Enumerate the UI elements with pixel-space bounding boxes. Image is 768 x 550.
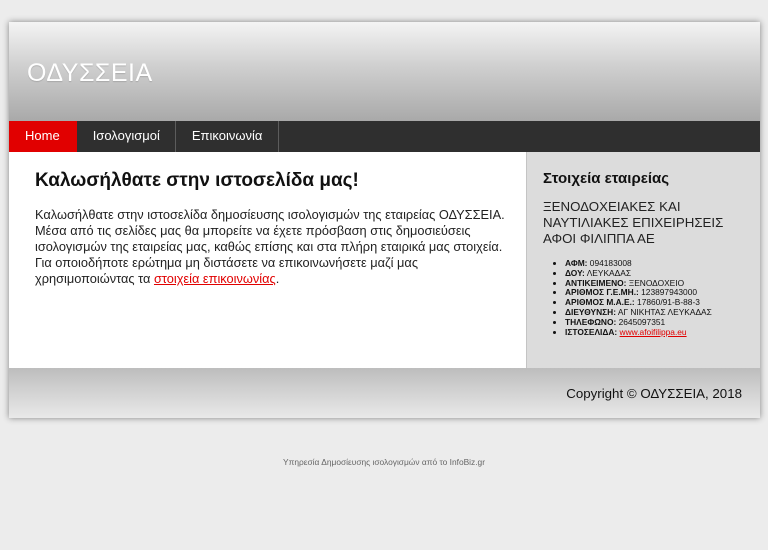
contact-info-link[interactable]: στοιχεία επικοινωνίας bbox=[154, 271, 276, 286]
detail-value: 094183008 bbox=[589, 258, 632, 268]
site-logo[interactable]: ΟΔΥΣΣΕΙΑ bbox=[27, 59, 153, 88]
site-footer: Copyright © ΟΔΥΣΣΕΙΑ, 2018 bbox=[9, 368, 760, 418]
company-details-list: ΑΦΜ: 094183008 ΔΟΥ: ΛΕΥΚΑΔΑΣ ΑΝΤΙΚΕΙΜΕΝΟ… bbox=[551, 258, 712, 338]
company-sidebar: Στοιχεία εταιρείας ΞΕΝΟΔΟΧΕΙΑΚΕΣ ΚΑΙ ΝΑΥ… bbox=[526, 152, 760, 368]
detail-value: ΑΓ ΝΙΚΗΤΑΣ ΛΕΥΚΑΔΑΣ bbox=[617, 306, 712, 317]
site-frame: ΟΔΥΣΣΕΙΑ Home Ισολογισμοί Επικοινωνία Κα… bbox=[9, 22, 760, 418]
detail-label: ΔΙΕΥΘΥΝΣΗ: bbox=[565, 306, 616, 317]
welcome-title: Καλωσήλθατε στην ιστοσελίδα μας! bbox=[35, 170, 359, 191]
detail-value: 17860/91-Β-88-3 bbox=[637, 297, 700, 308]
nav-item-contact[interactable]: Επικοινωνία bbox=[176, 121, 280, 152]
welcome-text: Καλωσήλθατε στην ιστοσελίδα δημοσίευσης … bbox=[35, 207, 505, 287]
detail-label: ΑΡΙΘΜΟΣ Γ.Ε.ΜΗ.: bbox=[565, 287, 639, 298]
detail-label: ΑΦΜ: bbox=[565, 258, 588, 268]
detail-label: ΔΟΥ: bbox=[565, 267, 585, 278]
detail-value: 123897943000 bbox=[641, 287, 698, 298]
main-content: Καλωσήλθατε στην ιστοσελίδα μας! Καλωσήλ… bbox=[9, 152, 526, 368]
detail-label: ΙΣΤΟΣΕΛΙΔΑ: bbox=[565, 326, 618, 337]
nav-item-home[interactable]: Home bbox=[9, 121, 77, 152]
sidebar-title: Στοιχεία εταιρείας bbox=[543, 170, 670, 187]
copyright-text: Copyright © ΟΔΥΣΣΕΙΑ, 2018 bbox=[566, 386, 742, 401]
nav-item-balance-sheets[interactable]: Ισολογισμοί bbox=[77, 121, 176, 152]
detail-value: 2645097351 bbox=[618, 316, 666, 327]
service-note: Υπηρεσία Δημοσίευσης ισολογισμών από το … bbox=[282, 457, 486, 467]
detail-label: ΑΝΤΙΚΕΙΜΕΝΟ: bbox=[565, 277, 627, 288]
site-header: ΟΔΥΣΣΕΙΑ bbox=[9, 22, 760, 121]
company-name: ΞΕΝΟΔΟΧΕΙΑΚΕΣ ΚΑΙ ΝΑΥΤΙΛΙΑΚΕΣ ΕΠΙΧΕΙΡΗΣΕ… bbox=[543, 199, 724, 246]
main-nav: Home Ισολογισμοί Επικοινωνία bbox=[9, 121, 760, 152]
detail-label: ΤΗΛΕΦΩΝΟ: bbox=[565, 316, 617, 327]
detail-value: ΞΕΝΟΔΟΧΕΙΟ bbox=[628, 277, 685, 288]
detail-website: ΙΣΤΟΣΕΛΙΔΑ: www.afoifilippa.eu bbox=[565, 326, 712, 338]
detail-value: ΛΕΥΚΑΔΑΣ bbox=[586, 267, 631, 278]
welcome-text-end: . bbox=[275, 271, 280, 286]
detail-label: ΑΡΙΘΜΟΣ Μ.Α.Ε.: bbox=[565, 297, 635, 308]
website-link[interactable]: www.afoifilippa.eu bbox=[620, 327, 687, 337]
